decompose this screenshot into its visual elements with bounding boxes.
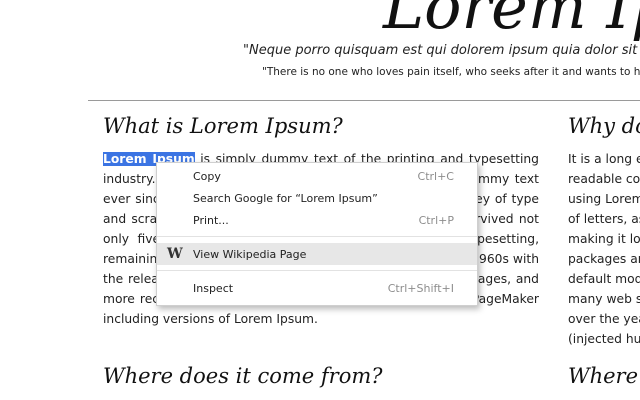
paragraph-line: (injected humour and the like).: [568, 332, 640, 346]
latin-quote: "Neque porro quisquam est qui dolorem ip…: [243, 43, 640, 58]
paragraph-line: using Lorem Ipsum is that it has a more-…: [568, 192, 640, 206]
section-heading-where-get: Where can I get some?: [568, 364, 640, 388]
menu-item-view-wikipedia[interactable]: W View Wikipedia Page: [157, 243, 477, 265]
paragraph-line: It is a long established fact that a rea…: [568, 152, 640, 166]
menu-separator: [157, 270, 477, 271]
menu-item-label: Search Google for “Lorem Ipsum”: [193, 192, 378, 205]
menu-item-label: View Wikipedia Page: [193, 248, 307, 261]
menu-item-print[interactable]: Print... Ctrl+P: [157, 209, 477, 231]
quote-translation: "There is no one who loves pain itself, …: [262, 66, 640, 78]
menu-item-shortcut: Ctrl+C: [417, 170, 454, 183]
paragraph-line: many web sites still in their infancy. V…: [568, 292, 640, 306]
web-page: Lorem Ipsum "Neque porro quisquam est qu…: [0, 0, 640, 400]
menu-item-label: Print...: [193, 214, 229, 227]
paragraph-line: over the years, sometimes by accident, s…: [568, 312, 640, 326]
section-heading-why: Why do we use it?: [568, 114, 640, 138]
menu-separator: [157, 236, 477, 237]
paragraph-line: readable content of a page when looking …: [568, 172, 640, 186]
paragraph-line: making it look like readable English. Ma…: [568, 232, 640, 246]
context-menu: Copy Ctrl+C Search Google for “Lorem Ips…: [156, 162, 478, 306]
menu-item-inspect[interactable]: Inspect Ctrl+Shift+I: [157, 277, 477, 299]
section-heading-what: What is Lorem Ipsum?: [103, 114, 343, 138]
section-heading-where-from: Where does it come from?: [103, 364, 383, 388]
menu-item-search-google[interactable]: Search Google for “Lorem Ipsum”: [157, 187, 477, 209]
menu-item-label: Inspect: [193, 282, 234, 295]
wikipedia-icon: W: [167, 246, 183, 262]
paragraph-line: of letters, as opposed to using 'Content…: [568, 212, 640, 226]
divider: [88, 100, 640, 101]
paragraph-line: packages and web page editors now use Lo…: [568, 252, 640, 266]
paragraph-line: default model text, and a search for 'lo…: [568, 272, 640, 286]
menu-item-label: Copy: [193, 170, 221, 183]
menu-item-shortcut: Ctrl+P: [418, 214, 454, 227]
menu-item-shortcut: Ctrl+Shift+I: [387, 282, 454, 295]
section-paragraph-why: It is a long established fact that a rea…: [568, 149, 640, 349]
menu-item-copy[interactable]: Copy Ctrl+C: [157, 165, 477, 187]
page-title: Lorem Ipsum: [383, 0, 640, 43]
